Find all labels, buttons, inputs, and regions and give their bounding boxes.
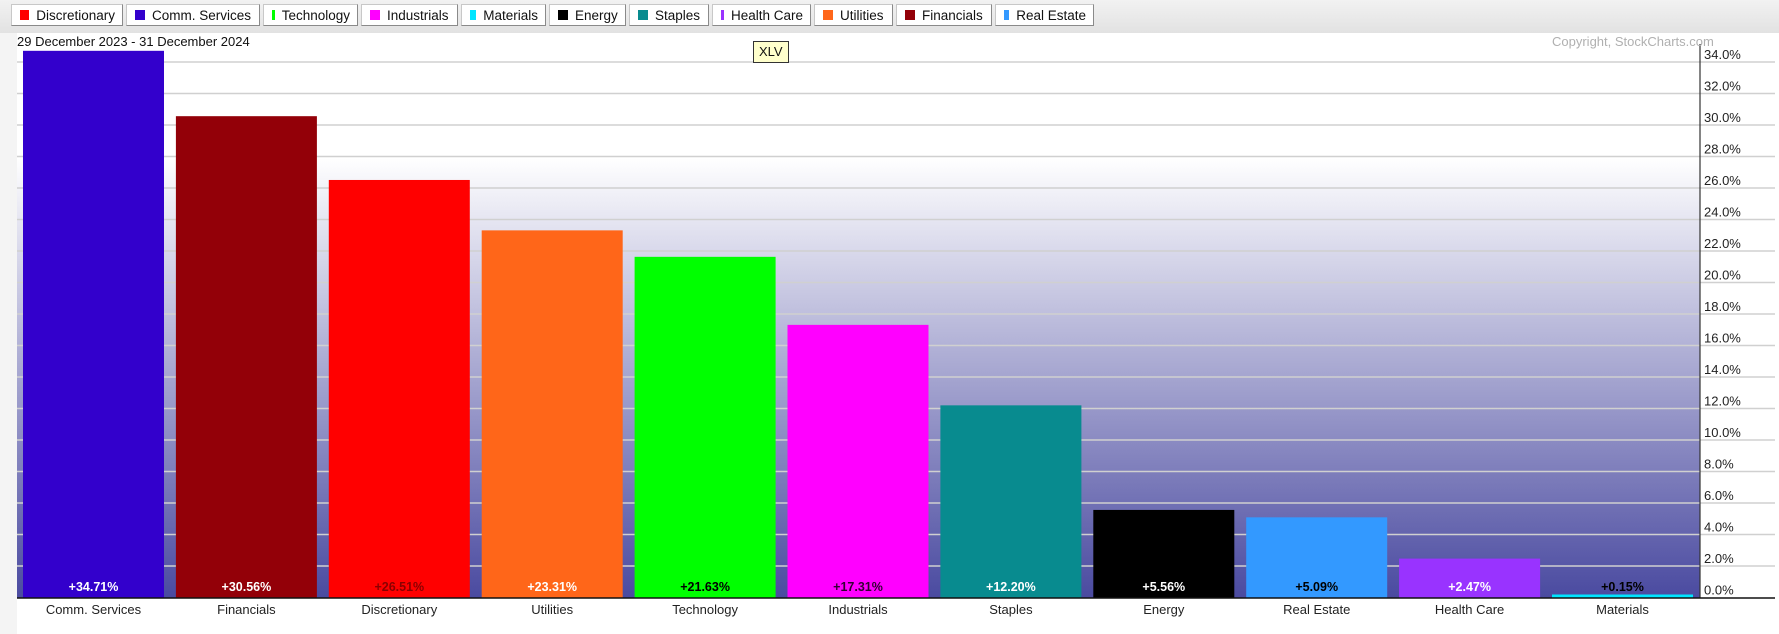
bar-data-label: +30.56% [222,580,272,594]
bar-data-label: +23.31% [527,580,577,594]
x-tick-label: Energy [1143,602,1185,617]
y-tick-label: 28.0% [1704,142,1741,157]
bar-data-label: +34.71% [69,580,119,594]
y-tick-label: 26.0% [1704,173,1741,188]
bar-data-label: +2.47% [1448,580,1491,594]
x-tick-label: Real Estate [1283,602,1350,617]
bar-comm-services[interactable] [23,50,164,598]
bar-staples[interactable] [940,405,1082,598]
x-tick-label: Comm. Services [46,602,142,617]
bar-data-label: +0.15% [1601,580,1644,594]
bar-chart: +34.71% +30.56% +26.51% +23.31% +21.63% +17.3… [17,44,1775,617]
bar-industrials[interactable] [787,324,929,598]
bar-data-label: +5.09% [1295,580,1338,594]
bar-financials[interactable] [175,116,317,598]
bar-data-label: +21.63% [680,580,730,594]
date-range: 29 December 2023 - 31 December 2024 [17,34,250,49]
x-tick-label: Technology [672,602,738,617]
y-tick-label: 20.0% [1704,268,1741,283]
y-tick-label: 24.0% [1704,205,1741,220]
x-tick-label: Materials [1596,602,1649,617]
bar-data-label: +26.51% [374,580,424,594]
y-tick-label: 16.0% [1704,331,1741,346]
y-tick-label: 2.0% [1704,551,1734,566]
bar-technology[interactable] [634,256,776,598]
y-tick-label: 14.0% [1704,362,1741,377]
y-tick-label: 30.0% [1704,110,1741,125]
y-tick-label: 22.0% [1704,236,1741,251]
y-tick-label: 34.0% [1704,47,1741,62]
y-tick-label: 18.0% [1704,299,1741,314]
y-tick-label: 6.0% [1704,488,1734,503]
tooltip-symbol: XLV [753,41,789,63]
x-tick-label: Discretionary [361,602,437,617]
x-tick-label: Health Care [1435,602,1504,617]
x-tick-label: Financials [217,602,276,617]
y-tick-label: 12.0% [1704,394,1741,409]
x-tick-label: Industrials [828,602,888,617]
bar-discretionary[interactable] [328,179,470,598]
bar-utilities[interactable] [481,230,623,598]
y-tick-label: 32.0% [1704,79,1741,94]
bar-data-label: +17.31% [833,580,883,594]
y-tick-label: 10.0% [1704,425,1741,440]
y-tick-label: 8.0% [1704,457,1734,472]
x-tick-label: Staples [989,602,1033,617]
y-tick-label: 4.0% [1704,520,1734,535]
copyright-text: Copyright, StockCharts.com [1552,34,1714,49]
x-tick-label: Utilities [531,602,573,617]
bar-materials[interactable] [1552,594,1693,598]
bar-data-label: +5.56% [1142,580,1185,594]
bar-data-label: +12.20% [986,580,1036,594]
y-tick-label: 0.0% [1704,583,1734,598]
